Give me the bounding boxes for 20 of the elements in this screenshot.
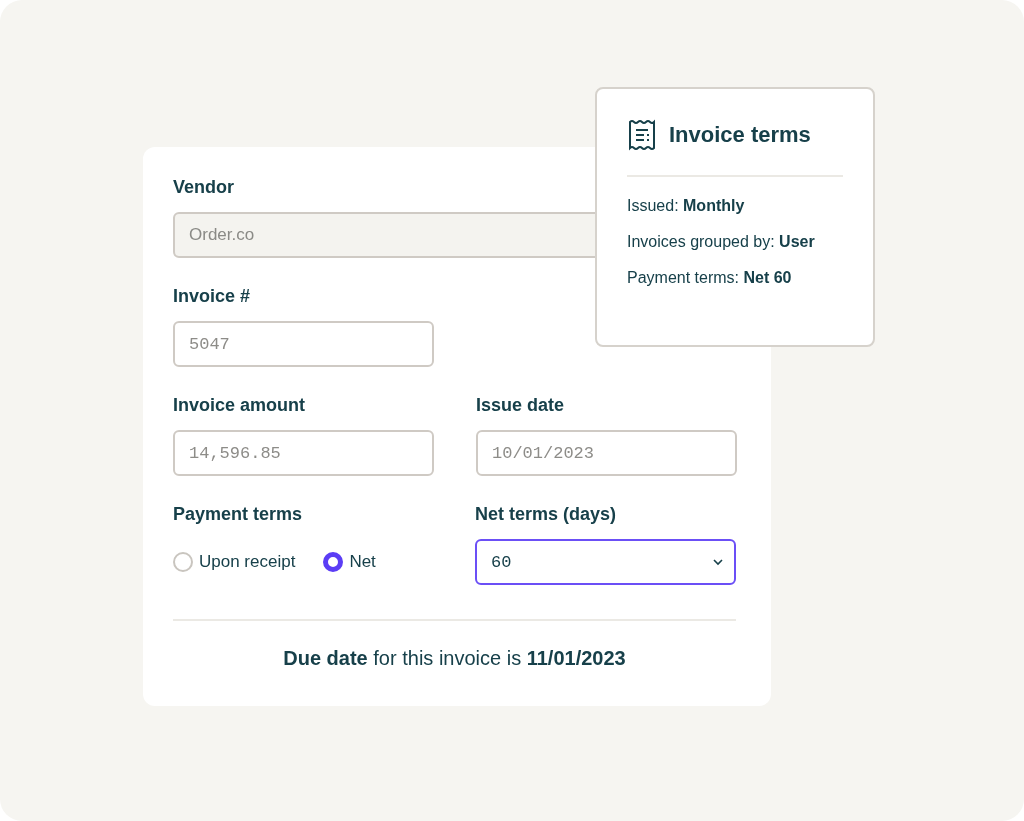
- radio-button[interactable]: [173, 552, 193, 572]
- field-label: Vendor: [173, 177, 235, 198]
- net-terms-select[interactable]: 60: [475, 539, 736, 585]
- amount-field[interactable]: 14,596.85: [173, 430, 434, 476]
- invoice-number-field[interactable]: 5047: [173, 321, 434, 367]
- date-field[interactable]: 10/01/2023: [476, 430, 737, 476]
- popover-title: Invoice terms: [669, 122, 811, 148]
- field-label: Issue date: [476, 395, 566, 416]
- field-label: Invoice amount: [173, 395, 307, 416]
- due-date-text: Due date for this invoice is 11/01/2023: [282, 647, 627, 670]
- field-label: Net terms (days): [475, 504, 618, 525]
- radio-label: Upon receipt: [199, 552, 296, 572]
- term-line: Payment terms: Net 60: [627, 269, 793, 287]
- receipt-icon: [627, 119, 657, 151]
- chevron-down-icon: [712, 558, 724, 566]
- field-label: Payment terms: [173, 504, 304, 525]
- field-label: Invoice #: [173, 286, 252, 307]
- term-line: Issued: Monthly: [627, 197, 746, 215]
- radio-button[interactable]: [323, 552, 344, 572]
- radio-label: Net: [349, 552, 376, 572]
